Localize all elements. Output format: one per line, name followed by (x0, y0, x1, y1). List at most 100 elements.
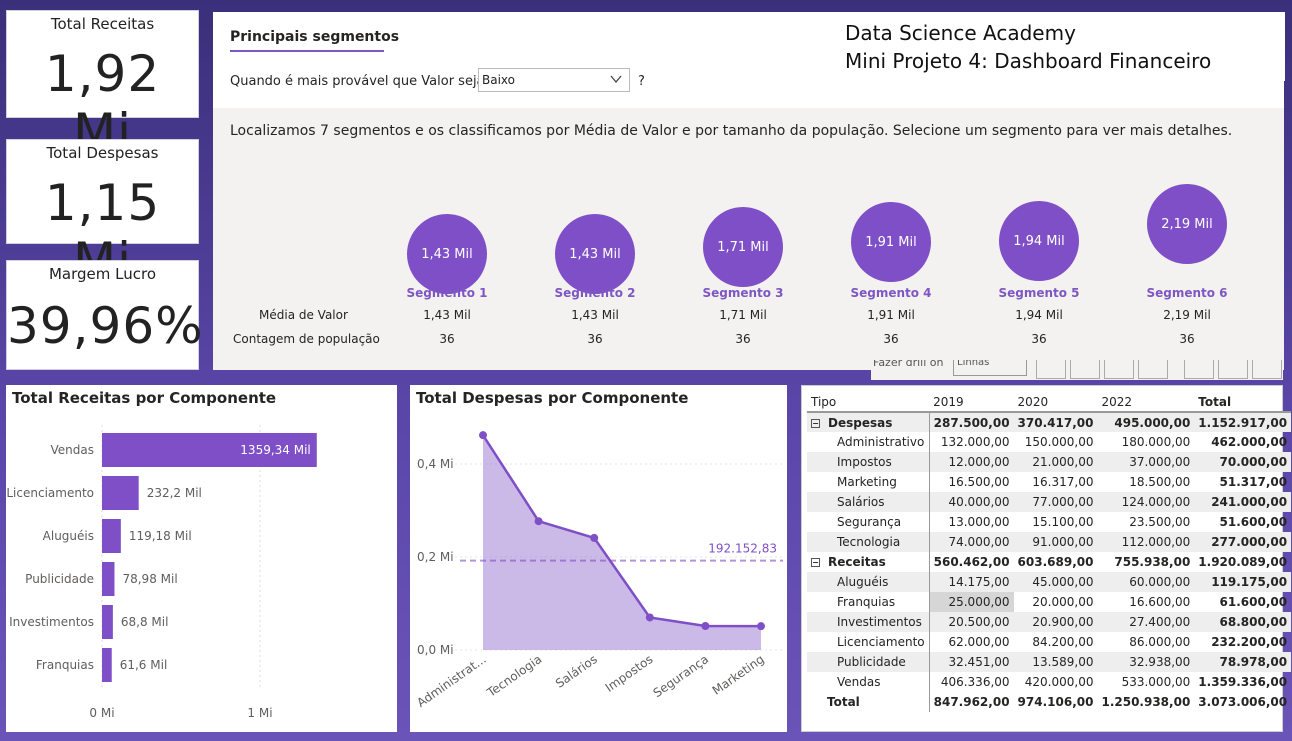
table-row[interactable]: Publicidade 32.451,00 13.589,00 32.938,00 78… (807, 652, 1292, 672)
collapse-icon[interactable]: − (811, 558, 820, 567)
segment-bubble[interactable]: 2,19 Mil (1147, 184, 1227, 264)
y-tick-label: 0,0 Mi (417, 643, 454, 657)
value-cell: 91.000,00 (1013, 532, 1098, 552)
drill-on-select[interactable]: Linhas (953, 360, 1027, 376)
table-row[interactable]: Administrativo 132.000,00 150.000,00 180.00… (807, 432, 1291, 452)
go-next-level-button[interactable] (1138, 360, 1168, 379)
row-label: Administrativo (837, 435, 925, 449)
value-cell: 60.000,00 (1097, 572, 1195, 592)
header-cell[interactable]: Total (1194, 392, 1292, 413)
pin-button[interactable] (1184, 360, 1214, 379)
value-cell: 495.000,00 (1097, 412, 1195, 432)
value-cell: 20.500,00 (928, 612, 1014, 632)
matrix-table: Tipo 2019 2020 2022 Total − Despesas 287.5… (807, 392, 1292, 712)
kpi-title: Total Despesas (46, 144, 159, 162)
kpi-margem-lucro[interactable]: Margem Lucro 39,96% (6, 260, 203, 370)
table-row[interactable]: Vendas 406.336,00 420.000,00 533.000,00 1.35… (807, 672, 1291, 692)
segment-bubble[interactable]: 1,71 Mil (703, 207, 783, 287)
financial-matrix[interactable]: Tipo 2019 2020 2022 Total − Despesas 287.5… (801, 385, 1292, 732)
expand-next-level-button[interactable] (1104, 360, 1134, 379)
kpi-total-despesas[interactable]: Total Despesas 1,15 Mi (6, 139, 199, 290)
data-label: 232,2 Mil (147, 486, 202, 500)
kpi-title: Margem Lucro (48, 265, 157, 283)
value-cell: 51.317,00 (1219, 475, 1288, 489)
table-row[interactable]: Salários 40.000,00 77.000,00 124.000,00 241.… (807, 492, 1292, 512)
category-label: Publicidade (25, 572, 94, 586)
group-row[interactable]: − Receitas 560.462,00 603.689,00 755.938,00 1… (807, 552, 1291, 572)
segment-bubble[interactable]: 1,43 Mil (555, 214, 635, 294)
data-point (645, 613, 654, 622)
value-cell: 241.000,00 (1194, 492, 1292, 512)
header-cell[interactable]: 2020 (1013, 392, 1098, 413)
header-cell[interactable]: 2019 (929, 392, 1014, 413)
value-cell: 232.200,00 (1211, 635, 1288, 649)
row-label: − Receitas (807, 552, 929, 572)
more-options-button[interactable] (1252, 360, 1282, 379)
value-cell: 755.938,00 (1114, 555, 1191, 569)
bubble-label: 1,43 Mil (421, 246, 473, 262)
segments-tab-title[interactable]: Principais segmentos (230, 29, 399, 45)
despesas-area-chart[interactable]: Total Despesas por Componente 0,0 Mi 0,2 … (410, 385, 787, 732)
table-row[interactable]: Marketing 16.500,00 16.317,00 18.500,00 51.3… (807, 472, 1291, 492)
segment-name[interactable]: Segmento 5 (979, 286, 1099, 300)
drill-up-button[interactable] (1036, 360, 1066, 379)
value-cell: 974.106,00 (1017, 695, 1094, 709)
group-label: Receitas (828, 555, 886, 569)
drill-mode-button[interactable] (1070, 360, 1100, 379)
segment-name[interactable]: Segmento 4 (831, 286, 951, 300)
value-cell: 74.000,00 (928, 532, 1014, 552)
segment-name[interactable]: Segmento 6 (1127, 286, 1247, 300)
x-tick-label: Administrat... (414, 652, 488, 710)
segment-name[interactable]: Segmento 2 (535, 286, 655, 300)
value-cell: 13.000,00 (928, 512, 1014, 532)
value-cell: 16.500,00 (928, 472, 1014, 492)
segment-count: 36 (587, 332, 603, 346)
value-cell: 45.000,00 (1013, 572, 1098, 592)
grand-total-row[interactable]: Total 847.962,00 974.106,00 1.250.938,00 3.0… (807, 692, 1291, 712)
value-cell: 18.500,00 (1129, 475, 1191, 489)
value-cell: 287.500,00 (928, 412, 1014, 432)
bar-chart-svg: 0 Mi 1 Mi Vendas 1359,34 Mil Licenciamento 23… (6, 425, 317, 720)
header-cell[interactable]: 2022 (1097, 392, 1195, 413)
value-cell: 14.175,00 (928, 572, 1014, 592)
segment-bubble[interactable]: 1,43 Mil (407, 214, 487, 294)
data-point (479, 431, 487, 440)
segment-count: 36 (883, 332, 899, 346)
help-question-mark[interactable]: ? (638, 74, 645, 89)
segment-name[interactable]: Segmento 3 (683, 286, 803, 300)
value-cell: 462.000,00 (1211, 435, 1288, 449)
table-row[interactable]: Tecnologia 74.000,00 91.000,00 112.000,00 27… (807, 532, 1292, 552)
value-cell: 370.417,00 (1013, 412, 1098, 432)
chevron-down-icon (609, 72, 623, 89)
receitas-bar-chart[interactable]: Total Receitas por Componente 0 Mi 1 Mi Ve… (6, 385, 397, 732)
table-row[interactable]: Aluguéis 14.175,00 45.000,00 60.000,00 119.1… (807, 572, 1292, 592)
value-cell: 70.000,00 (1194, 452, 1292, 472)
value-select[interactable]: Baixo (478, 68, 630, 92)
value-select-label: Baixo (482, 73, 515, 87)
segment-count: 36 (1179, 332, 1195, 346)
title-line-1: Data Science Academy (845, 21, 1076, 45)
table-row[interactable]: Impostos 12.000,00 21.000,00 37.000,00 70.00… (807, 452, 1292, 472)
table-row[interactable]: Investimentos 20.500,00 20.900,00 27.400,00… (807, 612, 1292, 632)
value-cell: 406.336,00 (928, 672, 1014, 692)
data-label: 119,18 Mil (129, 529, 192, 543)
value-cell: 15.100,00 (1032, 515, 1094, 529)
row-label: Franquias (837, 595, 896, 609)
table-row[interactable]: Segurança 13.000,00 15.100,00 23.500,00 51.6… (807, 512, 1291, 532)
table-row[interactable]: Franquias 25.000,00 20.000,00 16.600,00 61.6… (807, 592, 1291, 612)
segment-name[interactable]: Segmento 1 (387, 286, 507, 300)
row-label: Vendas (837, 675, 881, 689)
value-cell: 1.920.089,00 (1198, 555, 1288, 569)
header-cell[interactable]: Tipo (807, 392, 930, 413)
collapse-icon[interactable]: − (811, 418, 820, 428)
value-cell: 86.000,00 (1129, 635, 1191, 649)
segment-bubble[interactable]: 1,94 Mil (999, 201, 1079, 281)
table-row[interactable]: Licenciamento 62.000,00 84.200,00 86.000,00… (807, 632, 1291, 652)
category-label: Aluguéis (43, 529, 94, 543)
kpi-total-receitas[interactable]: Total Receitas 1,92 Mi (6, 10, 199, 161)
drill-on-select-label: Linhas (957, 360, 990, 368)
focus-button[interactable] (1218, 360, 1248, 379)
group-row[interactable]: − Despesas 287.500,00 370.417,00 495.000,00 1… (807, 412, 1292, 432)
row-label: Licenciamento (837, 635, 925, 649)
segment-bubble[interactable]: 1,91 Mil (851, 202, 931, 282)
